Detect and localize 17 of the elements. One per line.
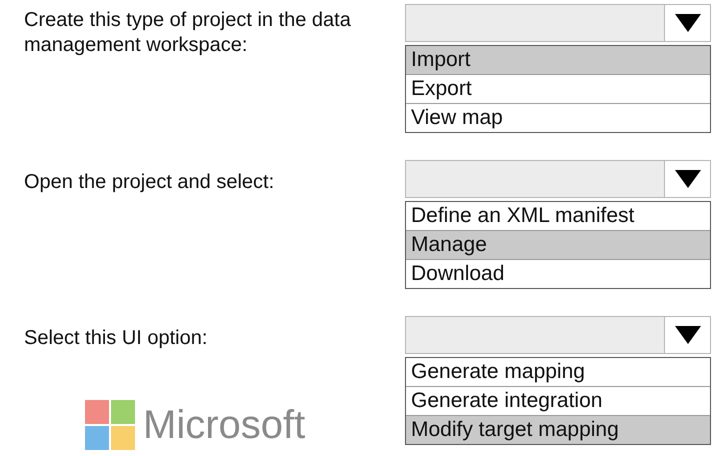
- caret-icon: [674, 170, 700, 188]
- dropdown-button[interactable]: [664, 5, 710, 41]
- dropdown-button[interactable]: [664, 161, 710, 197]
- dropdown[interactable]: [405, 160, 711, 198]
- question-label: Select this UI option:: [24, 326, 208, 351]
- caret-icon: [674, 326, 700, 344]
- windows-logo-icon: [85, 400, 135, 450]
- dropdown[interactable]: [405, 4, 711, 42]
- dropdown-option[interactable]: Modify target mapping: [406, 416, 710, 444]
- dropdown-option[interactable]: Import: [406, 46, 710, 75]
- dropdown-button[interactable]: [664, 317, 710, 353]
- logo-text: Microsoft: [143, 402, 306, 448]
- question-label: Open the project and select:: [24, 170, 276, 195]
- dropdown-option[interactable]: Manage: [406, 231, 710, 260]
- dropdown[interactable]: [405, 316, 711, 354]
- caret-icon: [674, 14, 700, 32]
- question-label: Create this type of project in the data management workspace:: [24, 8, 352, 58]
